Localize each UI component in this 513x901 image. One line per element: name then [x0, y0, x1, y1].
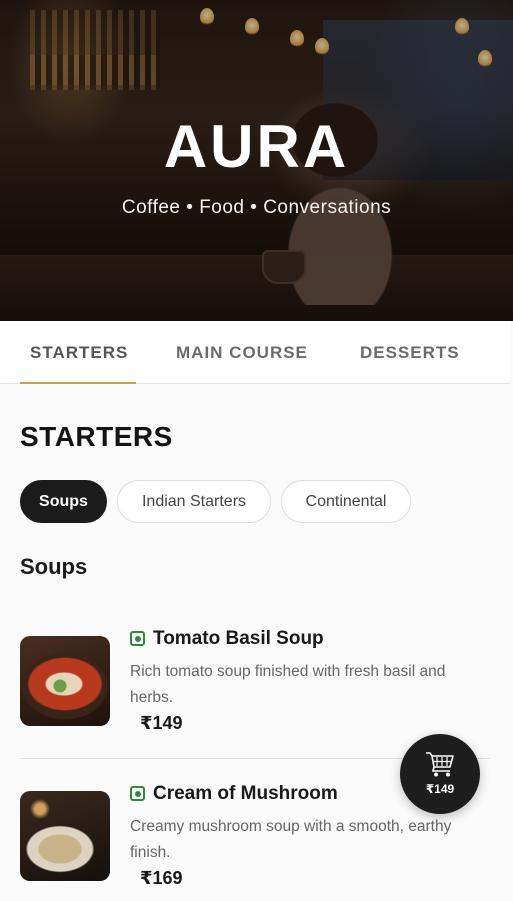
active-tab-indicator: [20, 382, 136, 384]
cart-total: ₹149: [425, 782, 455, 796]
shopping-cart-icon: [426, 752, 454, 777]
tab-starters[interactable]: STARTERS: [30, 343, 128, 363]
cart-button[interactable]: ₹149: [400, 734, 480, 814]
item-name: Cream of Mushroom: [153, 783, 338, 804]
subsection-title: Soups: [20, 554, 88, 579]
filter-chip-continental[interactable]: Continental: [281, 480, 411, 523]
item-description-line: finish.: [130, 844, 171, 861]
tab-main-course[interactable]: MAIN COURSE: [176, 343, 308, 363]
filter-chip-indian-starters[interactable]: Indian Starters: [117, 480, 271, 523]
veg-indicator-icon: [130, 786, 145, 801]
menu-category-tabs: STARTERS MAIN COURSE DESSERTS: [0, 321, 510, 384]
item-description-line: herbs.: [130, 689, 174, 706]
item-description-line: Rich tomato soup finished with fresh bas…: [130, 663, 446, 680]
item-name: Tomato Basil Soup: [153, 628, 324, 649]
item-price: ₹149: [140, 713, 183, 733]
hero-tagline: Coffee • Food • Conversations: [121, 197, 392, 218]
item-price: ₹169: [140, 868, 183, 888]
veg-indicator-icon: [130, 631, 145, 646]
filter-chip-soups[interactable]: Soups: [20, 480, 107, 523]
item-description: Creamy mushroom soup with a smooth, eart…: [130, 814, 490, 866]
item-description-line: Creamy mushroom soup with a smooth, eart…: [130, 818, 452, 835]
hero-banner: AURA Coffee • Food • Conversations: [0, 0, 513, 321]
hero-title: AURA: [163, 113, 350, 180]
item-description: Rich tomato soup finished with fresh bas…: [130, 659, 490, 711]
item-image: [20, 636, 110, 726]
tab-desserts[interactable]: DESSERTS: [360, 343, 460, 363]
section-title: STARTERS: [20, 421, 173, 452]
item-image: [20, 791, 110, 881]
